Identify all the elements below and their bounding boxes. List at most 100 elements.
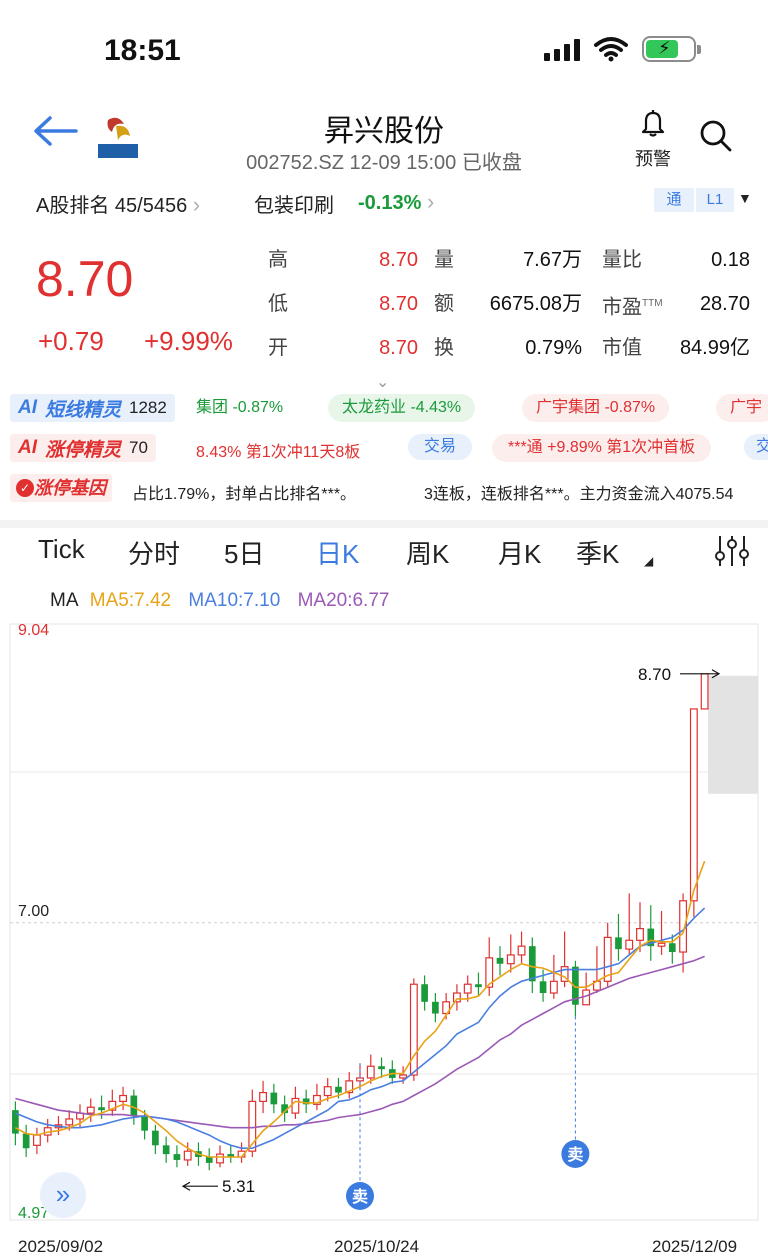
a-share-rank-text: A股排名 45/5456 [36, 195, 188, 217]
search-icon[interactable] [698, 118, 734, 154]
candle-body [205, 1157, 213, 1163]
chevron-right-icon: › [192, 192, 201, 217]
wifi-icon [594, 37, 628, 62]
ma10-value: MA10:7.10 [188, 590, 281, 611]
x-label-mid: 2025/10/24 [334, 1237, 420, 1256]
alert-button[interactable]: 预警 [630, 108, 676, 171]
volume-value: 7.67万 [523, 249, 582, 271]
ai-short-row: AI 短线精灵 1282 集团 -0.87% 太龙药业 -4.43% 广宇集团 -0… [0, 394, 768, 426]
candle-body [216, 1153, 224, 1164]
candle-body [366, 1065, 375, 1079]
quote-col-2: 量 7.67万 额 6675.08万 换 0.79% [434, 244, 582, 376]
chart-settings-icon[interactable] [714, 534, 750, 568]
candle-body [463, 983, 472, 994]
y-mid-label: 7.00 [18, 903, 50, 920]
vol-ratio-label: 量比 [602, 249, 642, 271]
candle-body [657, 942, 666, 947]
ai-limit-label: 涨停精灵 [45, 439, 122, 461]
status-bar: 18:51 ⚡ [0, 0, 768, 100]
gene-text-1[interactable]: 占比1.79%，封单占比排名***。 [132, 480, 356, 504]
gene-text-2[interactable]: 3连板，连板排名***。主力资金流入4075.54 [424, 480, 733, 504]
ai-limit-item-1[interactable]: 8.43% 第1次冲11天8板 [196, 438, 360, 462]
tab-quarterly-k[interactable]: 季K [576, 534, 619, 571]
candle-body [378, 1066, 385, 1070]
limit-gene-label: 涨停基因 [34, 478, 106, 498]
candle-body [65, 1118, 74, 1126]
low-label: 低 [268, 293, 288, 315]
candle-body [86, 1106, 95, 1114]
pe-label-text: 市盈 [602, 296, 642, 319]
trade-button[interactable]: 交易 [408, 434, 473, 460]
ai-short-item-2[interactable]: 太龙药业 -4.43% [328, 394, 476, 422]
ai-short-item-1[interactable]: 集团 -0.87% [178, 394, 298, 422]
ai-limit-count: 70 [129, 438, 148, 457]
scroll-left-button[interactable]: » [40, 1172, 86, 1218]
ma-legend: MA MA5:7.42 MA10:7.10 MA20:6.77 [50, 590, 401, 612]
price-change-pct: +9.99% [144, 326, 233, 356]
ai-short-count: 1282 [129, 398, 167, 417]
chart-frame [9, 623, 759, 1221]
limit-gene-tag[interactable]: ✓ 涨停基因 [10, 474, 112, 502]
price-change: +0.79 [38, 326, 104, 356]
sector-name[interactable]: 包装印刷 [254, 189, 334, 218]
rank-row: A股排名 45/5456 › 包装印刷 -0.13% › [0, 186, 768, 218]
ai-limit-row: AI 涨停精灵 70 8.43% 第1次冲11天8板 交易 ***通 +9.89% … [0, 434, 768, 466]
badge-tong[interactable]: 通 [654, 188, 694, 212]
high-value: 8.70 [379, 249, 418, 271]
bell-icon [641, 110, 665, 137]
open-label: 开 [268, 337, 288, 359]
pe-value: 28.70 [699, 293, 750, 315]
ai-short-item-3[interactable]: 广宇集团 -0.87% [522, 394, 670, 422]
status-time: 18:51 [104, 34, 181, 67]
candle-body [259, 1091, 268, 1102]
a-share-rank[interactable]: A股排名 45/5456 › [36, 189, 200, 218]
candle-body [409, 983, 418, 1076]
trade-button-2[interactable]: 交 [744, 434, 768, 460]
candle-body [528, 946, 536, 982]
low-value: 8.70 [379, 293, 418, 315]
candle-body [689, 708, 698, 902]
ai-limit-item-2[interactable]: ***通 +9.89% 第1次冲首板 [492, 434, 712, 462]
caret-down-icon[interactable]: ▼ [738, 190, 752, 206]
candle-body [452, 992, 461, 1003]
signal-icon [544, 37, 580, 61]
kline-chart[interactable]: 8.705.31卖卖 [0, 616, 768, 1232]
amount-label: 额 [434, 293, 454, 315]
caret-down-icon[interactable]: ◢ [644, 554, 653, 568]
ai-short-tag[interactable]: AI 短线精灵 1282 [10, 394, 175, 422]
high-label: 高 [268, 249, 288, 271]
candle-body [356, 1077, 364, 1082]
header: 昇兴股份 002752.SZ 12-09 15:00 已收盘 预警 [0, 100, 768, 180]
sector-change-value: -0.13% [358, 192, 422, 214]
amount-value: 6675.08万 [489, 293, 582, 315]
tab-daily-k[interactable]: 日K [316, 534, 359, 571]
y-max-label: 9.04 [18, 622, 50, 639]
candle-body [549, 980, 558, 994]
turnover-value: 0.79% [525, 337, 582, 359]
sector-change[interactable]: -0.13% › [358, 189, 434, 215]
tab-monthly-k[interactable]: 月K [498, 534, 541, 571]
mcap-label: 市值 [602, 337, 642, 359]
tab-intraday[interactable]: 分时 [128, 534, 180, 571]
tab-weekly-k[interactable]: 周K [406, 534, 449, 571]
tab-5day[interactable]: 5日 [224, 534, 264, 571]
candle-body [22, 1133, 30, 1149]
ai-limit-tag[interactable]: AI 涨停精灵 70 [10, 434, 156, 462]
candle-body [700, 673, 709, 710]
candle-body [615, 937, 622, 950]
quote-col-3: 量比 0.18 市盈TTM 28.70 市值 84.99亿 [602, 244, 750, 376]
tab-tick[interactable]: Tick [38, 534, 85, 565]
candle-body [173, 1154, 181, 1160]
chevron-right-icon: › [426, 189, 435, 214]
ai-short-item-4[interactable]: 广宇 [716, 394, 768, 422]
expand-down-icon[interactable]: ⌄ [376, 372, 389, 392]
battery-icon: ⚡ [642, 36, 701, 62]
candle-body [517, 945, 526, 956]
pe-label: 市盈TTM [602, 288, 663, 324]
open-value: 8.70 [379, 337, 418, 359]
candle-body [141, 1116, 148, 1131]
candle-body [119, 1094, 128, 1102]
turnover-label: 换 [434, 337, 454, 359]
badge-l1[interactable]: L1 [696, 188, 734, 212]
candle-body [506, 954, 515, 965]
